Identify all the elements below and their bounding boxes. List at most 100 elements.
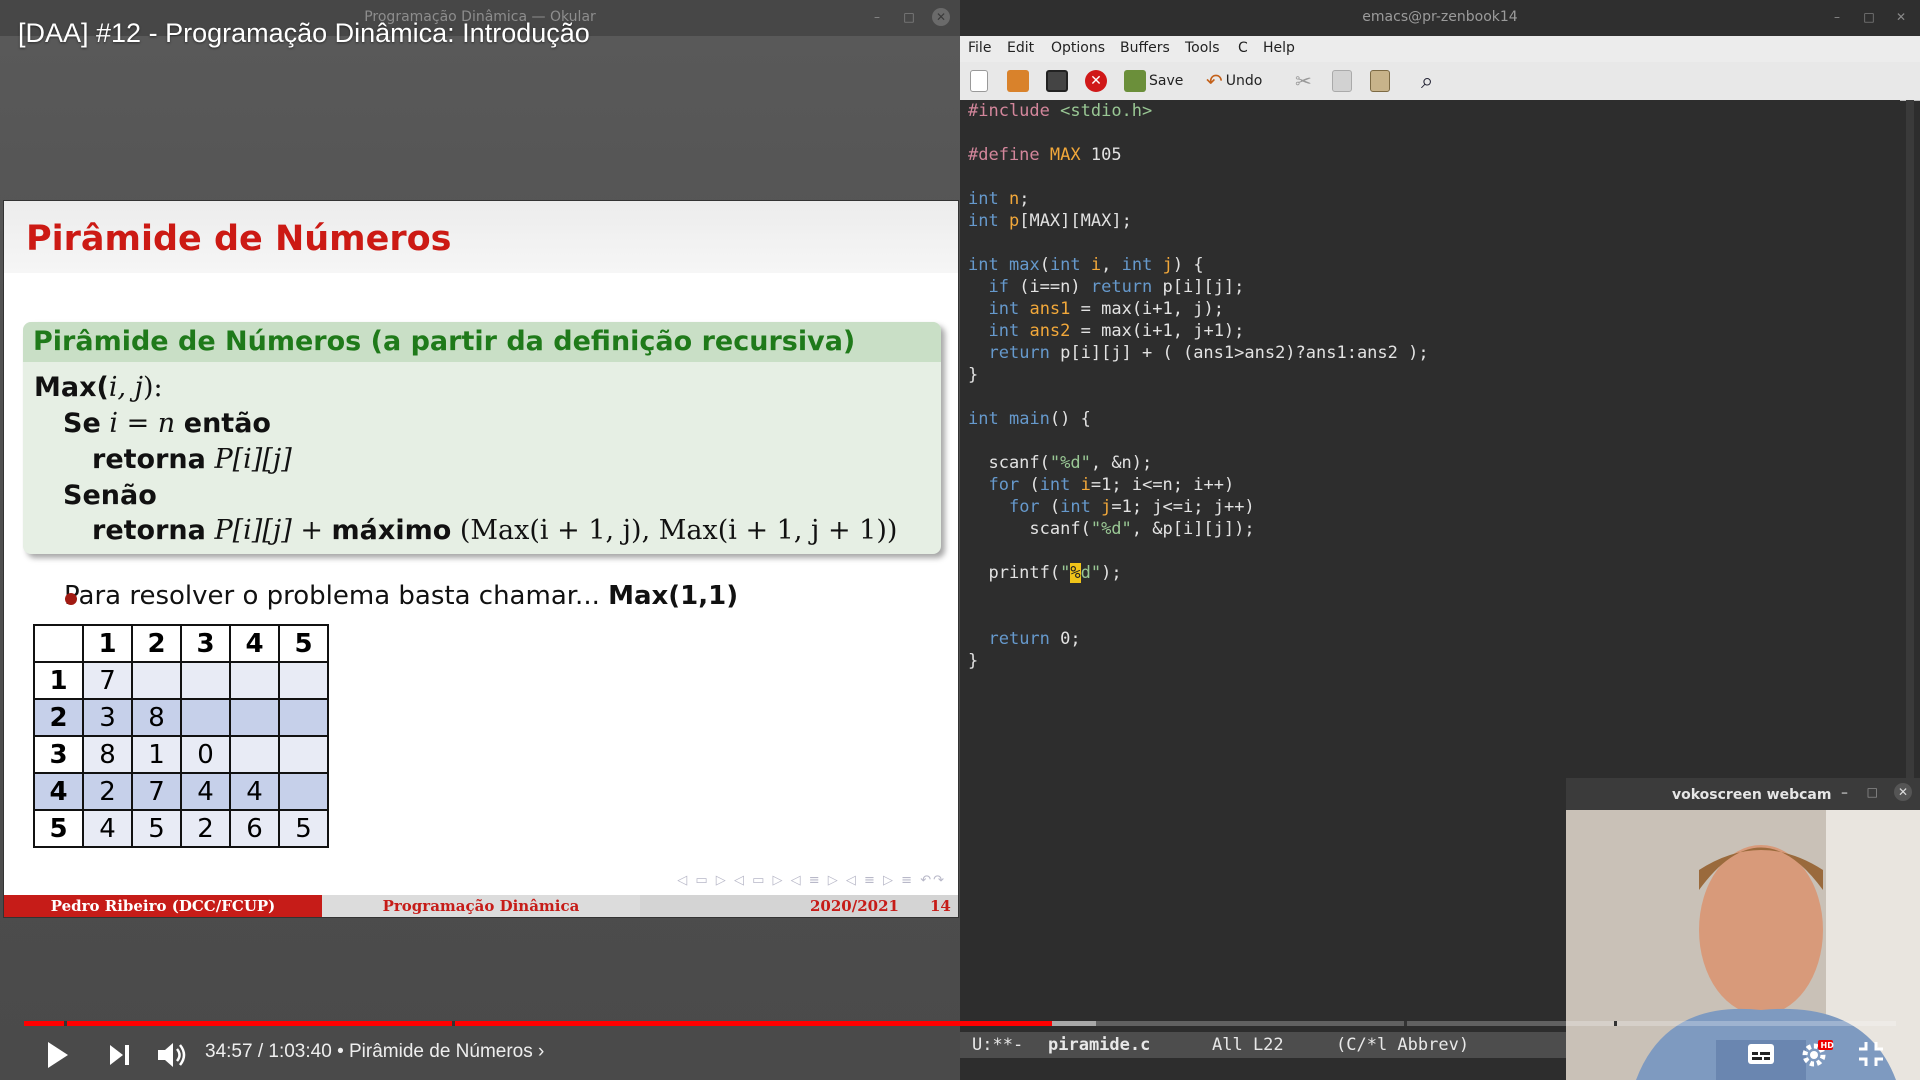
definition-line: Se i = n então bbox=[63, 408, 271, 439]
bullet-call: Max(1,1) bbox=[608, 581, 739, 611]
minimize-icon[interactable]: – bbox=[1841, 785, 1848, 801]
save-label: Save bbox=[1149, 73, 1184, 89]
video-progress-bar[interactable] bbox=[24, 1021, 1896, 1026]
table-row: 2 3 8 bbox=[33, 698, 329, 737]
code-line: int p[MAX][MAX]; bbox=[968, 211, 1132, 231]
definition-line: retorna P[i][j] + máximo (Max(i + 1, j),… bbox=[92, 515, 898, 546]
next-icon[interactable] bbox=[107, 1042, 133, 1068]
table-cell: 8 bbox=[82, 735, 133, 774]
table-row: 5 4 5 2 6 5 bbox=[33, 809, 329, 848]
current-time: 34:57 bbox=[205, 1041, 253, 1062]
minimize-icon[interactable]: – bbox=[868, 8, 886, 26]
code-line: #include <stdio.h> bbox=[968, 101, 1153, 121]
undo-button[interactable]: ↶ Undo bbox=[1206, 69, 1262, 93]
text-cursor: % bbox=[1070, 563, 1081, 583]
code-line: if (i==n) return p[i][j]; bbox=[988, 277, 1245, 297]
maximize-icon[interactable]: □ bbox=[1867, 785, 1878, 799]
video-title[interactable]: [DAA] #12 - Programação Dinâmica: Introd… bbox=[18, 18, 590, 49]
code-line: return 0; bbox=[988, 629, 1081, 649]
table-header-row: 1 2 3 4 5 bbox=[33, 624, 329, 663]
table-cell bbox=[229, 698, 280, 737]
video-time-display[interactable]: 34:57 / 1:03:40 • Pirâmide de Números › bbox=[205, 1041, 544, 1063]
exit-fullscreen-icon[interactable] bbox=[1857, 1040, 1885, 1068]
minimize-icon[interactable]: – bbox=[1828, 8, 1846, 26]
table-cell bbox=[278, 698, 329, 737]
settings-gear-icon[interactable]: HD bbox=[1800, 1038, 1834, 1068]
webcam-titlebar[interactable]: vokoscreen webcam – □ ✕ bbox=[1566, 778, 1920, 810]
menu-options[interactable]: Options bbox=[1051, 40, 1105, 56]
copy-icon[interactable] bbox=[1332, 69, 1352, 93]
table-cell: 2 bbox=[82, 772, 133, 811]
table-cell: 4 bbox=[229, 772, 280, 811]
cut-icon[interactable]: ✂ bbox=[1295, 69, 1312, 93]
play-icon[interactable] bbox=[44, 1040, 70, 1070]
slide-title: Pirâmide de Números bbox=[26, 219, 452, 259]
close-icon[interactable]: ✕ bbox=[932, 8, 950, 26]
table-header-cell: 4 bbox=[229, 624, 280, 663]
table-cell: 5 bbox=[131, 809, 182, 848]
code-line: return p[i][j] + ( (ans1>ans2)?ans1:ans2… bbox=[988, 343, 1429, 363]
code-line: int n; bbox=[968, 189, 1030, 209]
chapter-divider bbox=[64, 1021, 67, 1026]
table-cell: 4 bbox=[180, 772, 231, 811]
volume-icon[interactable] bbox=[156, 1040, 190, 1070]
table-header-cell: 1 bbox=[82, 624, 133, 663]
save-icon bbox=[1124, 70, 1146, 92]
open-folder-icon[interactable] bbox=[1007, 69, 1029, 93]
menu-buffers[interactable]: Buffers bbox=[1120, 40, 1170, 56]
undo-label: Undo bbox=[1225, 73, 1263, 89]
close-buffer-icon[interactable] bbox=[1046, 69, 1068, 93]
bullet-item: Para resolver o problema basta chamar...… bbox=[64, 581, 738, 611]
menu-file[interactable]: File bbox=[968, 40, 991, 56]
table-cell: 7 bbox=[131, 772, 182, 811]
code-line: scanf("%d", &n); bbox=[968, 453, 1153, 473]
close-icon[interactable]: ✕ bbox=[1892, 8, 1910, 26]
bullet-icon bbox=[65, 593, 77, 605]
chapter-divider bbox=[452, 1021, 455, 1026]
svg-text:HD: HD bbox=[1821, 1041, 1835, 1050]
table-cell bbox=[229, 735, 280, 774]
time-separator: / bbox=[252, 1041, 269, 1062]
close-icon[interactable]: ✕ bbox=[1894, 783, 1912, 801]
table-cell: 2 bbox=[33, 698, 84, 737]
table-row: 1 7 bbox=[33, 661, 329, 700]
footer-author: Pedro Ribeiro (DCC/FCUP) bbox=[4, 895, 322, 917]
search-icon[interactable]: ⌕ bbox=[1421, 69, 1433, 94]
chapter-title[interactable]: • Pirâmide de Números bbox=[337, 1041, 533, 1062]
table-header-cell: 5 bbox=[278, 624, 329, 663]
table-cell bbox=[180, 661, 231, 700]
table-header-cell bbox=[33, 624, 84, 663]
save-button[interactable]: Save bbox=[1124, 69, 1183, 93]
emacs-titlebar[interactable]: emacs@pr-zenbook14 – □ ✕ bbox=[960, 0, 1920, 36]
pyramid-table: 1 2 3 4 5 1 7 2 3 8 3 8 1 0 4 2 7 4 4 5 … bbox=[33, 624, 329, 848]
table-cell: 3 bbox=[33, 735, 84, 774]
chevron-right-icon: › bbox=[538, 1041, 545, 1062]
video-controls: 34:57 / 1:03:40 • Pirâmide de Números › … bbox=[0, 1030, 1920, 1080]
table-cell: 8 bbox=[131, 698, 182, 737]
table-cell bbox=[278, 772, 329, 811]
table-row: 3 8 1 0 bbox=[33, 735, 329, 774]
definition-line: Senão bbox=[63, 480, 157, 511]
chapter-divider bbox=[1404, 1021, 1407, 1026]
table-cell bbox=[229, 661, 280, 700]
maximize-icon[interactable]: □ bbox=[1860, 8, 1878, 26]
subtitles-icon[interactable] bbox=[1747, 1042, 1775, 1066]
table-cell bbox=[131, 661, 182, 700]
beamer-navigation-icons[interactable]: ◁ ▭ ▷ ◁ ▭ ▷ ◁ ≡ ▷ ◁ ≡ ▷ ≡ ↶↷ bbox=[677, 873, 946, 888]
new-file-icon[interactable] bbox=[970, 69, 988, 93]
menu-tools[interactable]: Tools bbox=[1185, 40, 1220, 56]
menu-help[interactable]: Help bbox=[1263, 40, 1295, 56]
bullet-text: Para resolver o problema basta chamar... bbox=[64, 581, 600, 611]
table-cell bbox=[180, 698, 231, 737]
maximize-icon[interactable]: □ bbox=[900, 8, 918, 26]
paste-icon[interactable] bbox=[1370, 69, 1390, 93]
menu-edit[interactable]: Edit bbox=[1007, 40, 1034, 56]
definition-block: Pirâmide de Números (a partir da definiç… bbox=[23, 322, 941, 554]
emacs-window-title: emacs@pr-zenbook14 bbox=[1362, 9, 1518, 25]
code-line: int ans2 = max(i+1, j+1); bbox=[988, 321, 1245, 341]
undo-icon: ↶ bbox=[1206, 69, 1223, 93]
cancel-icon[interactable]: ✕ bbox=[1085, 69, 1107, 93]
code-line: printf("%d"); bbox=[968, 563, 1122, 583]
table-cell: 0 bbox=[180, 735, 231, 774]
menu-c[interactable]: C bbox=[1238, 40, 1248, 56]
